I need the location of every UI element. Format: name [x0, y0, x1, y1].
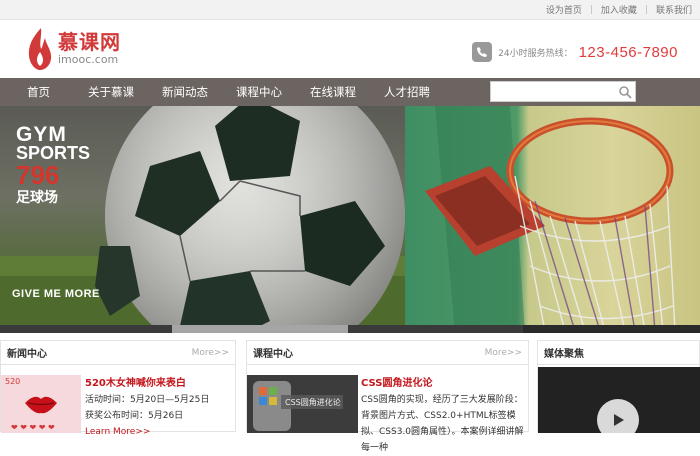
- panel-header: 媒体聚焦: [538, 341, 699, 365]
- learn-more-link[interactable]: Learn More>>: [85, 424, 209, 440]
- news-item: 520木女神喊你来表白 活动时间：5月20日—5月25日 获奖公布时间：5月26…: [85, 376, 209, 440]
- news-item-announce: 获奖公布时间：5月26日: [85, 411, 184, 421]
- hotline-label: 24小时服务热线：: [498, 48, 573, 59]
- basketball-hoop-image: [405, 106, 700, 333]
- media-panel: 媒体聚焦: [537, 340, 700, 433]
- logo-name-cn: 慕课网: [58, 30, 121, 54]
- site-logo[interactable]: 慕课网 imooc.com: [26, 26, 121, 72]
- course-more-link[interactable]: More>>: [485, 348, 522, 358]
- course-item-title[interactable]: CSS圆角进化论: [361, 376, 526, 392]
- news-thumb-number: 520: [5, 377, 21, 386]
- media-video[interactable]: [538, 367, 700, 433]
- nav-item-about[interactable]: 关于慕课: [74, 78, 148, 106]
- top-utility-bar: 设为首页 | 加入收藏 | 联系我们: [0, 0, 700, 20]
- news-panel: 新闻中心 More>> 520 ❤ ❤ ❤ ❤ ❤ 520木女神喊你来表白 活动…: [0, 340, 236, 437]
- svg-text:❤ ❤ ❤ ❤ ❤: ❤ ❤ ❤ ❤ ❤: [11, 423, 55, 432]
- course-thumb-caption: CSS圆角进化论: [285, 398, 341, 407]
- search-input[interactable]: [491, 82, 615, 101]
- slide-indicator[interactable]: [0, 325, 172, 333]
- play-icon[interactable]: [597, 399, 639, 433]
- add-favorite-link[interactable]: 加入收藏: [601, 3, 637, 16]
- gym-text: GYM: [16, 123, 67, 146]
- gym-sports-logo: GYM SPORTS 796 足球场: [16, 123, 90, 206]
- panel-header: 课程中心 More>>: [247, 341, 528, 365]
- soccer-ball-image: GYM SPORTS 796 足球场 GIVE ME MORE: [0, 106, 405, 333]
- panel-header: 新闻中心 More>>: [1, 341, 235, 365]
- divider: |: [644, 4, 648, 15]
- slide-indicator[interactable]: [523, 325, 700, 333]
- news-panel-title: 新闻中心: [7, 349, 47, 360]
- course-item: CSS圆角进化论 CSS圆角的实现，经历了三大发展阶段：背景图片方式、CSS2.…: [361, 376, 526, 456]
- nav-item-online[interactable]: 在线课程: [296, 78, 370, 106]
- banner-slogan: GIVE ME MORE: [12, 288, 100, 300]
- set-homepage-link[interactable]: 设为首页: [546, 3, 582, 16]
- slider-progress: [0, 325, 700, 333]
- search-icon[interactable]: [615, 82, 635, 101]
- nav-item-home[interactable]: 首页: [0, 78, 74, 106]
- news-more-link[interactable]: More>>: [192, 348, 229, 358]
- main-nav: 首页 关于慕课 新闻动态 课程中心 在线课程 人才招聘: [0, 78, 700, 106]
- hero-banner[interactable]: GYM SPORTS 796 足球场 GIVE ME MORE: [0, 106, 700, 333]
- course-panel: 课程中心 More>> CSS圆角进化论 CSS圆角进化论 CSS圆角的实现，经…: [246, 340, 529, 453]
- contact-us-link[interactable]: 联系我们: [656, 3, 692, 16]
- service-hotline: 24小时服务热线： 123-456-7890: [472, 42, 678, 62]
- course-item-desc: CSS圆角的实现，经历了三大发展阶段：背景图片方式、CSS2.0+HTML标签模…: [361, 395, 524, 453]
- number-text: 796: [16, 160, 60, 190]
- slide-indicator-active[interactable]: [172, 325, 348, 333]
- nav-item-news[interactable]: 新闻动态: [148, 78, 222, 106]
- news-item-time: 活动时间：5月20日—5月25日: [85, 395, 210, 405]
- course-thumbnail[interactable]: CSS圆角进化论: [247, 375, 358, 433]
- hotline-number: 123-456-7890: [578, 43, 678, 61]
- slide-indicator[interactable]: [348, 325, 523, 333]
- basketball-hoop-illustration: [425, 106, 676, 333]
- news-thumbnail[interactable]: 520 ❤ ❤ ❤ ❤ ❤: [1, 375, 81, 433]
- nav-item-courses[interactable]: 课程中心: [222, 78, 296, 106]
- nav-item-jobs[interactable]: 人才招聘: [370, 78, 444, 106]
- field-text: 足球场: [16, 189, 58, 205]
- flame-logo-icon: [28, 28, 52, 70]
- divider: |: [589, 4, 593, 15]
- logo-name-en: imooc.com: [58, 53, 119, 66]
- news-item-title[interactable]: 520木女神喊你来表白: [85, 376, 209, 392]
- search-box: [490, 81, 636, 102]
- site-header: 慕课网 imooc.com 24小时服务热线： 123-456-7890: [0, 20, 700, 78]
- phone-icon: [472, 42, 493, 62]
- course-panel-title: 课程中心: [253, 349, 293, 360]
- content-panels: 新闻中心 More>> 520 ❤ ❤ ❤ ❤ ❤ 520木女神喊你来表白 活动…: [0, 340, 700, 453]
- media-panel-title: 媒体聚焦: [544, 349, 584, 360]
